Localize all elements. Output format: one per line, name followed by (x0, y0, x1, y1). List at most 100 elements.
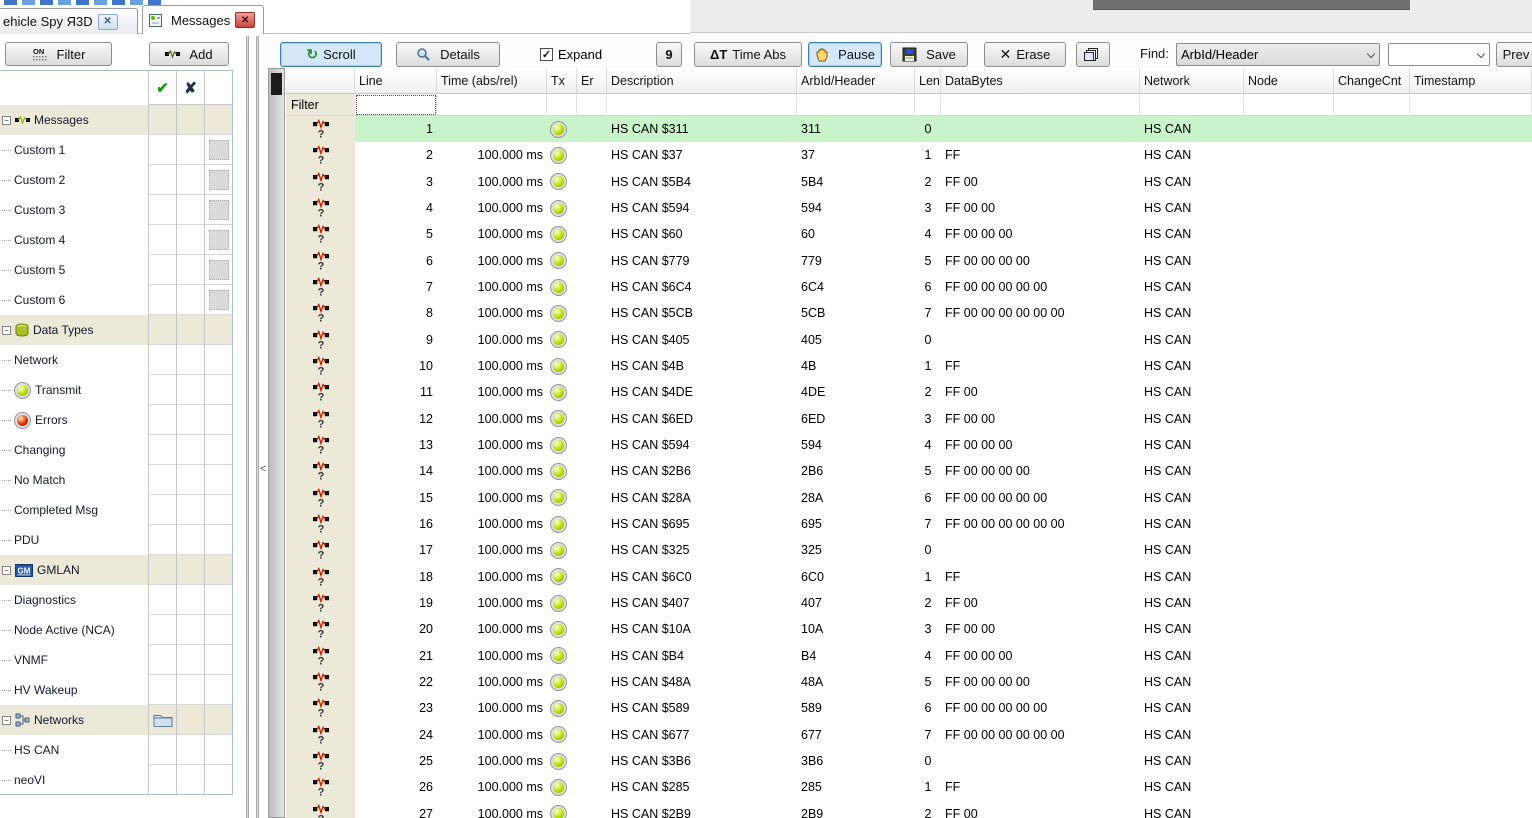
databytes-cell[interactable]: FF 00 00 00 00 (941, 669, 1140, 695)
node-cell[interactable] (1244, 353, 1334, 379)
changecnt-cell[interactable] (1334, 142, 1410, 168)
tree-grid-cell[interactable] (204, 285, 232, 315)
tx-cell[interactable] (547, 432, 577, 458)
len-cell[interactable]: 2 (915, 379, 941, 405)
column-header-Time (abs/rel)[interactable]: Time (abs/rel) (437, 68, 547, 94)
filter-input-cell[interactable] (547, 94, 577, 116)
len-cell[interactable]: 7 (915, 300, 941, 326)
arbid-cell[interactable]: 407 (797, 590, 915, 616)
filter-input-cell[interactable] (797, 94, 915, 116)
sidebar-item-transmit[interactable]: Transmit (0, 375, 232, 405)
node-cell[interactable] (1244, 195, 1334, 221)
table-row[interactable]: ?13100.000 msHS CAN $5945944FF 00 00 00H… (286, 432, 1532, 458)
arbid-cell[interactable]: 4DE (797, 379, 915, 405)
changecnt-cell[interactable] (1334, 379, 1410, 405)
line-cell[interactable]: 12 (355, 406, 437, 432)
tree-grid-cell[interactable] (148, 195, 176, 225)
network-cell[interactable]: HS CAN (1140, 511, 1244, 537)
time-cell[interactable]: 100.000 ms (437, 300, 547, 326)
network-cell[interactable]: HS CAN (1140, 458, 1244, 484)
databytes-cell[interactable]: FF 00 00 00 (941, 432, 1140, 458)
table-row[interactable]: ?17100.000 msHS CAN $3253250HS CAN (286, 537, 1532, 563)
len-cell[interactable]: 0 (915, 537, 941, 563)
timestamp-cell[interactable] (1410, 195, 1532, 221)
sidebar-item-neovi[interactable]: neoVI (0, 765, 232, 795)
tree-grid-cell[interactable] (176, 465, 204, 495)
timestamp-cell[interactable] (1410, 485, 1532, 511)
column-header-DataBytes[interactable]: DataBytes (941, 68, 1140, 94)
line-cell[interactable]: 11 (355, 379, 437, 405)
table-row[interactable]: ?8100.000 msHS CAN $5CB5CB7FF 00 00 00 0… (286, 300, 1532, 326)
tree-grid-cell[interactable] (176, 525, 204, 555)
line-cell[interactable]: 3 (355, 169, 437, 195)
timestamp-cell[interactable] (1410, 801, 1532, 818)
sidebar-item-errors[interactable]: Errors (0, 405, 232, 435)
color-swatch-cell[interactable] (209, 140, 229, 160)
time-cell[interactable]: 100.000 ms (437, 274, 547, 300)
databytes-cell[interactable]: FF 00 00 (941, 616, 1140, 642)
tree-grid-cell[interactable] (204, 255, 232, 285)
column-header-Line[interactable]: Line (355, 68, 437, 94)
time-cell[interactable]: 100.000 ms (437, 722, 547, 748)
changecnt-cell[interactable] (1334, 116, 1410, 142)
changecnt-cell[interactable] (1334, 221, 1410, 247)
time-cell[interactable] (437, 116, 547, 142)
changecnt-cell[interactable] (1334, 616, 1410, 642)
time-cell[interactable]: 100.000 ms (437, 458, 547, 484)
erase-button[interactable]: ✕ Erase (984, 42, 1066, 67)
tree-grid-cell[interactable] (204, 105, 232, 135)
table-row[interactable]: ?9100.000 msHS CAN $4054050HS CAN (286, 327, 1532, 353)
databytes-cell[interactable]: FF (941, 564, 1140, 590)
tree-grid-cell[interactable] (204, 705, 232, 735)
filter-input-cell[interactable] (577, 94, 607, 116)
line-cell[interactable]: 5 (355, 221, 437, 247)
table-row[interactable]: ?7100.000 msHS CAN $6C46C46FF 00 00 00 0… (286, 274, 1532, 300)
databytes-cell[interactable]: FF 00 00 00 00 00 00 (941, 722, 1140, 748)
len-cell[interactable]: 0 (915, 327, 941, 353)
tree-grid-cell[interactable] (204, 555, 232, 585)
arbid-cell[interactable]: 60 (797, 221, 915, 247)
timestamp-cell[interactable] (1410, 353, 1532, 379)
node-cell[interactable] (1244, 537, 1334, 563)
databytes-cell[interactable]: FF 00 00 00 (941, 221, 1140, 247)
tree-grid-cell[interactable] (176, 405, 204, 435)
timestamp-cell[interactable] (1410, 722, 1532, 748)
arbid-cell[interactable]: B4 (797, 643, 915, 669)
time-cell[interactable]: 100.000 ms (437, 537, 547, 563)
tx-cell[interactable] (547, 511, 577, 537)
table-row[interactable]: ?26100.000 msHS CAN $2852851FFHS CAN (286, 774, 1532, 800)
er-cell[interactable] (577, 221, 607, 247)
sidebar-item-vnmf[interactable]: VNMF (0, 645, 232, 675)
time-cell[interactable]: 100.000 ms (437, 379, 547, 405)
network-cell[interactable]: HS CAN (1140, 300, 1244, 326)
splitter-bar[interactable] (246, 36, 249, 818)
line-cell[interactable]: 26 (355, 774, 437, 800)
changecnt-cell[interactable] (1334, 564, 1410, 590)
tree-grid-cell[interactable] (204, 435, 232, 465)
table-row[interactable]: ?4100.000 msHS CAN $5945943FF 00 00HS CA… (286, 195, 1532, 221)
len-cell[interactable]: 7 (915, 722, 941, 748)
table-row[interactable]: ?14100.000 msHS CAN $2B62B65FF 00 00 00 … (286, 458, 1532, 484)
len-cell[interactable]: 7 (915, 511, 941, 537)
tree-grid-cell[interactable] (204, 195, 232, 225)
changecnt-cell[interactable] (1334, 353, 1410, 379)
line-cell[interactable]: 15 (355, 485, 437, 511)
sidebar-item-changing[interactable]: Changing (0, 435, 232, 465)
tree-grid-cell[interactable] (176, 105, 204, 135)
tree-grid-cell[interactable] (148, 345, 176, 375)
node-cell[interactable] (1244, 221, 1334, 247)
close-icon[interactable]: ✕ (98, 14, 118, 30)
tree-grid-cell[interactable] (148, 165, 176, 195)
sidebar-item-no-match[interactable]: No Match (0, 465, 232, 495)
arbid-cell[interactable]: 2B6 (797, 458, 915, 484)
changecnt-cell[interactable] (1334, 274, 1410, 300)
tx-cell[interactable] (547, 274, 577, 300)
sidebar-item-gmlan[interactable]: −GMGMLAN (0, 555, 232, 585)
timestamp-cell[interactable] (1410, 537, 1532, 563)
network-cell[interactable]: HS CAN (1140, 116, 1244, 142)
gutter-handle[interactable] (271, 73, 282, 95)
tx-cell[interactable] (547, 169, 577, 195)
er-cell[interactable] (577, 300, 607, 326)
tab-messages[interactable]: Messages ✕ (142, 5, 264, 34)
network-cell[interactable]: HS CAN (1140, 695, 1244, 721)
